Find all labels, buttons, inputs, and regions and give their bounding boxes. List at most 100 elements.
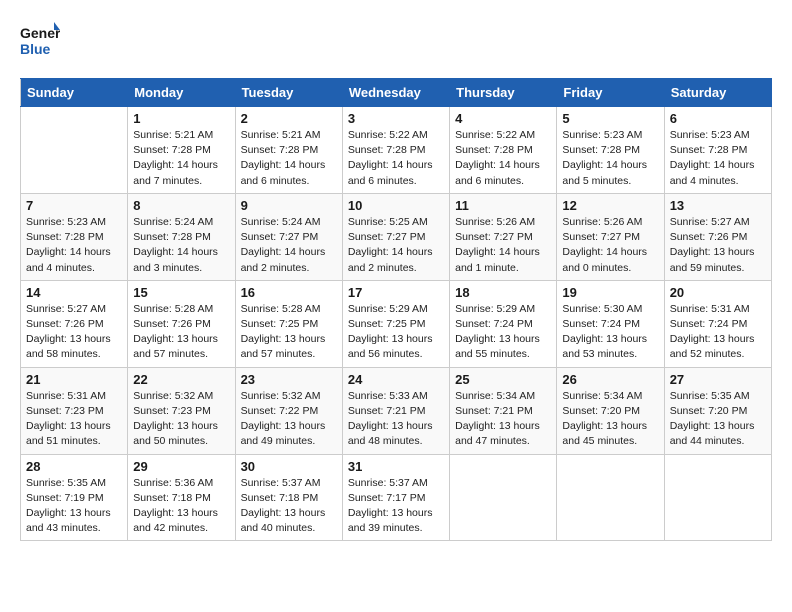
calendar-cell: 24Sunrise: 5:33 AMSunset: 7:21 PMDayligh… [342, 367, 449, 454]
day-info: Sunrise: 5:26 AMSunset: 7:27 PMDaylight:… [455, 215, 551, 276]
calendar-cell: 16 Sunrise: 5:28 AMSunset: 7:25 PMDayligh… [235, 280, 342, 367]
day-info: Sunrise: 5:34 AMSunset: 7:20 PMDaylight:… [562, 389, 658, 450]
day-info: Sunrise: 5:34 AMSunset: 7:21 PMDaylight:… [455, 389, 551, 450]
calendar-cell: 10Sunrise: 5:25 AMSunset: 7:27 PMDayligh… [342, 193, 449, 280]
day-number: 18 [455, 285, 551, 300]
day-info: Sunrise: 5:31 AMSunset: 7:24 PMDaylight:… [670, 302, 766, 363]
day-number: 28 [26, 459, 122, 474]
calendar-cell [557, 454, 664, 541]
weekday-header-sunday: Sunday [21, 79, 128, 107]
weekday-header-tuesday: Tuesday [235, 79, 342, 107]
calendar-cell: 5 Sunrise: 5:23 AMSunset: 7:28 PMDaylight… [557, 107, 664, 194]
calendar-cell [664, 454, 771, 541]
logo: General Blue [20, 20, 60, 62]
day-number: 5 [562, 111, 658, 126]
calendar-cell: 17 Sunrise: 5:29 AMSunset: 7:25 PMDayligh… [342, 280, 449, 367]
day-number: 11 [455, 198, 551, 213]
day-info: Sunrise: 5:31 AMSunset: 7:23 PMDaylight:… [26, 389, 122, 450]
calendar-cell: 19 Sunrise: 5:30 AMSunset: 7:24 PMDayligh… [557, 280, 664, 367]
day-info: Sunrise: 5:26 AMSunset: 7:27 PMDaylight:… [562, 215, 658, 276]
calendar-cell: 4 Sunrise: 5:22 AMSunset: 7:28 PMDaylight… [450, 107, 557, 194]
calendar-cell: 28 Sunrise: 5:35 AMSunset: 7:19 PMDayligh… [21, 454, 128, 541]
calendar-cell: 6Sunrise: 5:23 AMSunset: 7:28 PMDaylight… [664, 107, 771, 194]
day-info: Sunrise: 5:23 AMSunset: 7:28 PMDaylight:… [26, 215, 122, 276]
day-info: Sunrise: 5:30 AMSunset: 7:24 PMDaylight:… [562, 302, 658, 363]
calendar-cell: 11 Sunrise: 5:26 AMSunset: 7:27 PMDayligh… [450, 193, 557, 280]
calendar-cell: 31Sunrise: 5:37 AMSunset: 7:17 PMDayligh… [342, 454, 449, 541]
weekday-header-wednesday: Wednesday [342, 79, 449, 107]
weekday-header-row: SundayMondayTuesdayWednesdayThursdayFrid… [21, 79, 772, 107]
day-number: 14 [26, 285, 122, 300]
logo-icon: General Blue [20, 20, 60, 62]
day-number: 25 [455, 372, 551, 387]
calendar-cell: 29 Sunrise: 5:36 AMSunset: 7:18 PMDayligh… [128, 454, 235, 541]
day-info: Sunrise: 5:35 AMSunset: 7:19 PMDaylight:… [26, 476, 122, 537]
header: General Blue [20, 20, 772, 62]
weekday-header-saturday: Saturday [664, 79, 771, 107]
day-info: Sunrise: 5:22 AMSunset: 7:28 PMDaylight:… [455, 128, 551, 189]
day-number: 16 [241, 285, 337, 300]
day-info: Sunrise: 5:22 AMSunset: 7:28 PMDaylight:… [348, 128, 444, 189]
calendar-week-4: 21 Sunrise: 5:31 AMSunset: 7:23 PMDayligh… [21, 367, 772, 454]
calendar-week-5: 28 Sunrise: 5:35 AMSunset: 7:19 PMDayligh… [21, 454, 772, 541]
day-number: 1 [133, 111, 229, 126]
day-info: Sunrise: 5:36 AMSunset: 7:18 PMDaylight:… [133, 476, 229, 537]
day-info: Sunrise: 5:23 AMSunset: 7:28 PMDaylight:… [670, 128, 766, 189]
weekday-header-friday: Friday [557, 79, 664, 107]
day-info: Sunrise: 5:28 AMSunset: 7:25 PMDaylight:… [241, 302, 337, 363]
calendar-cell: 15 Sunrise: 5:28 AMSunset: 7:26 PMDayligh… [128, 280, 235, 367]
calendar-cell: 30 Sunrise: 5:37 AMSunset: 7:18 PMDayligh… [235, 454, 342, 541]
calendar-week-3: 14 Sunrise: 5:27 AMSunset: 7:26 PMDayligh… [21, 280, 772, 367]
day-info: Sunrise: 5:23 AMSunset: 7:28 PMDaylight:… [562, 128, 658, 189]
day-number: 15 [133, 285, 229, 300]
day-number: 10 [348, 198, 444, 213]
day-info: Sunrise: 5:21 AMSunset: 7:28 PMDaylight:… [241, 128, 337, 189]
day-number: 26 [562, 372, 658, 387]
calendar-cell: 18Sunrise: 5:29 AMSunset: 7:24 PMDayligh… [450, 280, 557, 367]
calendar-cell: 2 Sunrise: 5:21 AMSunset: 7:28 PMDaylight… [235, 107, 342, 194]
day-number: 22 [133, 372, 229, 387]
day-info: Sunrise: 5:21 AMSunset: 7:28 PMDaylight:… [133, 128, 229, 189]
day-number: 3 [348, 111, 444, 126]
svg-text:Blue: Blue [20, 41, 51, 57]
day-info: Sunrise: 5:37 AMSunset: 7:18 PMDaylight:… [241, 476, 337, 537]
weekday-header-thursday: Thursday [450, 79, 557, 107]
calendar-cell: 13Sunrise: 5:27 AMSunset: 7:26 PMDayligh… [664, 193, 771, 280]
day-number: 19 [562, 285, 658, 300]
calendar-cell: 14 Sunrise: 5:27 AMSunset: 7:26 PMDayligh… [21, 280, 128, 367]
day-number: 2 [241, 111, 337, 126]
day-info: Sunrise: 5:35 AMSunset: 7:20 PMDaylight:… [670, 389, 766, 450]
day-number: 29 [133, 459, 229, 474]
day-number: 4 [455, 111, 551, 126]
day-info: Sunrise: 5:32 AMSunset: 7:23 PMDaylight:… [133, 389, 229, 450]
calendar-cell: 21 Sunrise: 5:31 AMSunset: 7:23 PMDayligh… [21, 367, 128, 454]
weekday-header-monday: Monday [128, 79, 235, 107]
calendar-table: SundayMondayTuesdayWednesdayThursdayFrid… [20, 78, 772, 541]
calendar-cell [450, 454, 557, 541]
calendar-cell: 22 Sunrise: 5:32 AMSunset: 7:23 PMDayligh… [128, 367, 235, 454]
day-number: 21 [26, 372, 122, 387]
calendar-cell: 7 Sunrise: 5:23 AMSunset: 7:28 PMDaylight… [21, 193, 128, 280]
calendar-week-2: 7 Sunrise: 5:23 AMSunset: 7:28 PMDaylight… [21, 193, 772, 280]
day-number: 7 [26, 198, 122, 213]
day-number: 23 [241, 372, 337, 387]
calendar-cell: 9Sunrise: 5:24 AMSunset: 7:27 PMDaylight… [235, 193, 342, 280]
day-number: 12 [562, 198, 658, 213]
day-info: Sunrise: 5:28 AMSunset: 7:26 PMDaylight:… [133, 302, 229, 363]
day-number: 17 [348, 285, 444, 300]
day-info: Sunrise: 5:27 AMSunset: 7:26 PMDaylight:… [26, 302, 122, 363]
day-number: 8 [133, 198, 229, 213]
day-number: 20 [670, 285, 766, 300]
calendar-cell: 12 Sunrise: 5:26 AMSunset: 7:27 PMDayligh… [557, 193, 664, 280]
day-number: 27 [670, 372, 766, 387]
calendar-week-1: 1 Sunrise: 5:21 AMSunset: 7:28 PMDaylight… [21, 107, 772, 194]
calendar-cell: 20 Sunrise: 5:31 AMSunset: 7:24 PMDayligh… [664, 280, 771, 367]
calendar-cell: 8Sunrise: 5:24 AMSunset: 7:28 PMDaylight… [128, 193, 235, 280]
day-info: Sunrise: 5:27 AMSunset: 7:26 PMDaylight:… [670, 215, 766, 276]
calendar-cell: 26 Sunrise: 5:34 AMSunset: 7:20 PMDayligh… [557, 367, 664, 454]
day-number: 30 [241, 459, 337, 474]
day-info: Sunrise: 5:29 AMSunset: 7:25 PMDaylight:… [348, 302, 444, 363]
day-info: Sunrise: 5:24 AMSunset: 7:27 PMDaylight:… [241, 215, 337, 276]
calendar-cell: 27 Sunrise: 5:35 AMSunset: 7:20 PMDayligh… [664, 367, 771, 454]
calendar-cell: 23Sunrise: 5:32 AMSunset: 7:22 PMDayligh… [235, 367, 342, 454]
